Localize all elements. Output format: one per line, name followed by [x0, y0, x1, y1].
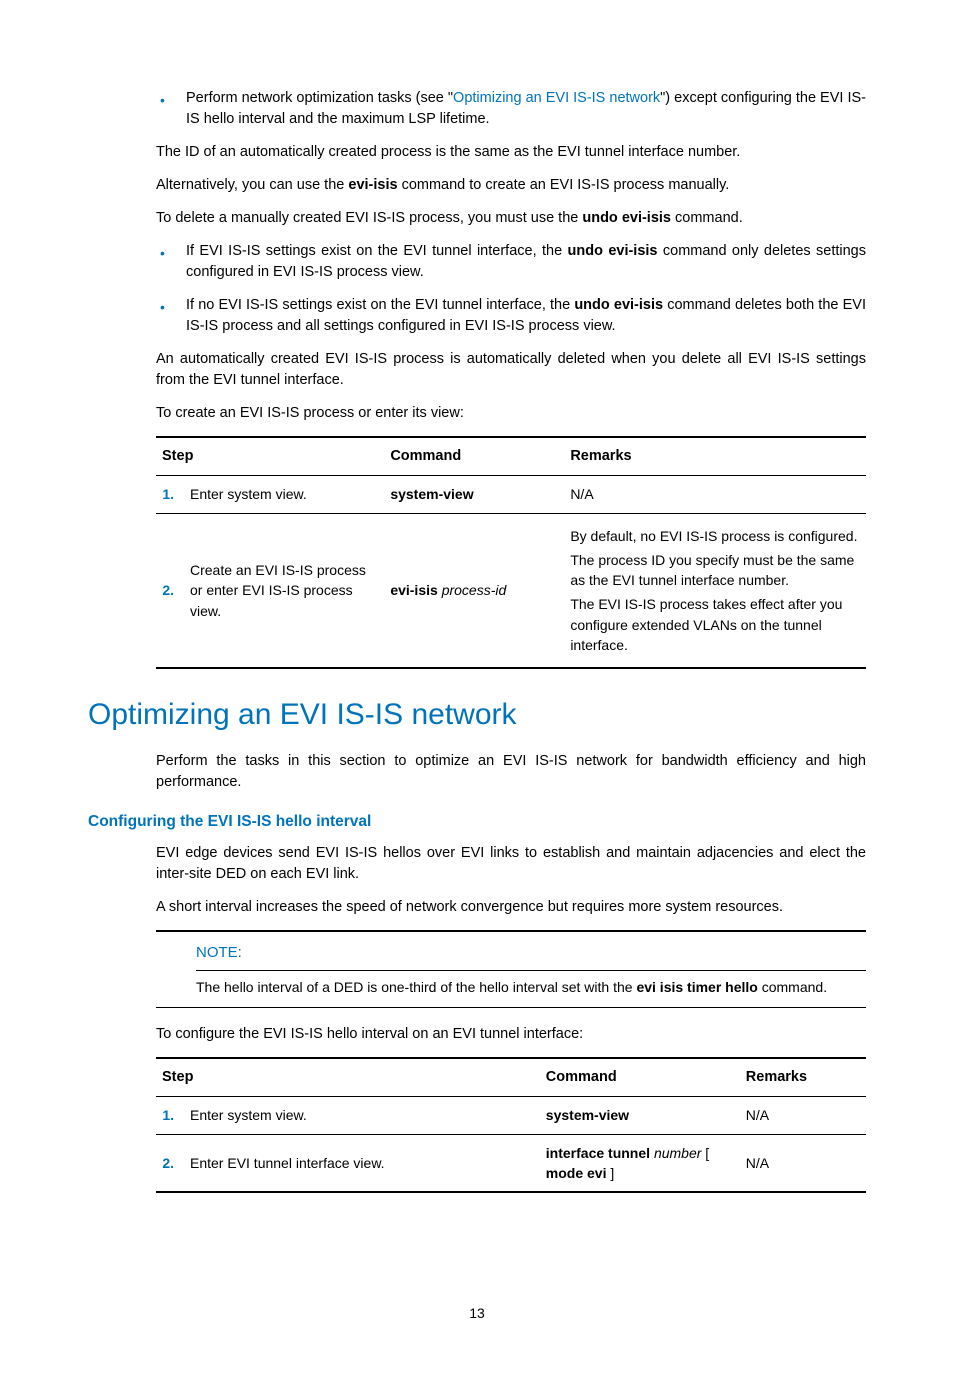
step-num: 2. [156, 513, 184, 668]
section-heading: Optimizing an EVI IS-IS network [88, 693, 866, 737]
text: The hello interval of a DED is one-third… [196, 979, 636, 995]
cmd-bold: undo evi-isis [574, 297, 663, 313]
optimizing-link[interactable]: Optimizing an EVI IS-IS network [453, 90, 660, 106]
bullet-item: Perform network optimization tasks (see … [156, 88, 866, 130]
step-text: Enter system view. [184, 1097, 540, 1134]
body-content: Perform network optimization tasks (see … [156, 88, 866, 669]
cmd-bold: undo evi-isis [582, 210, 671, 226]
step-text: Create an EVI IS-IS process or enter EVI… [184, 513, 384, 668]
th-remarks: Remarks [564, 437, 866, 476]
body-content: EVI edge devices send EVI IS-IS hellos o… [156, 843, 866, 1193]
bullet-list-1: Perform network optimization tasks (see … [156, 88, 866, 130]
remarks-cell: N/A [740, 1097, 866, 1134]
cmd-bold: undo evi-isis [568, 243, 658, 259]
cmd-bold: system-view [546, 1107, 629, 1123]
text: ] [607, 1165, 615, 1181]
remarks-cell: N/A [740, 1134, 866, 1192]
paragraph: The ID of an automatically created proce… [156, 142, 866, 163]
table-row: 1. Enter system view. system-view N/A [156, 476, 866, 513]
table-row: 1. Enter system view. system-view N/A [156, 1097, 866, 1134]
paragraph: Alternatively, you can use the evi-isis … [156, 175, 866, 196]
remarks-cell: N/A [564, 476, 866, 513]
page-number: 13 [88, 1303, 866, 1323]
text: command. [671, 210, 743, 226]
step-text: Enter system view. [184, 476, 384, 513]
table-row: 2. Create an EVI IS-IS process or enter … [156, 513, 866, 668]
text: To delete a manually created EVI IS-IS p… [156, 210, 582, 226]
cmd-cell: system-view [540, 1097, 740, 1134]
cmd-cell: system-view [384, 476, 564, 513]
note-title: NOTE: [196, 936, 866, 971]
cmd-bold: mode evi [546, 1165, 607, 1181]
th-command: Command [540, 1058, 740, 1097]
step-num: 2. [156, 1134, 184, 1192]
paragraph: To configure the EVI IS-IS hello interva… [156, 1024, 866, 1045]
paragraph: EVI edge devices send EVI IS-IS hellos o… [156, 843, 866, 885]
table-header-row: Step Command Remarks [156, 1058, 866, 1097]
remarks-line: The EVI IS-IS process takes effect after… [570, 594, 860, 655]
text: [ [701, 1145, 709, 1161]
text: command to create an EVI IS-IS process m… [398, 177, 730, 193]
paragraph: Perform the tasks in this section to opt… [156, 751, 866, 793]
cmd-bold: system-view [390, 486, 473, 502]
th-step: Step [156, 1058, 540, 1097]
text: If EVI IS-IS settings exist on the EVI t… [186, 243, 568, 259]
bullet-list-2: If EVI IS-IS settings exist on the EVI t… [156, 241, 866, 337]
th-remarks: Remarks [740, 1058, 866, 1097]
text: If no EVI IS-IS settings exist on the EV… [186, 297, 574, 313]
note-body: The hello interval of a DED is one-third… [196, 971, 866, 1003]
step-num: 1. [156, 476, 184, 513]
table-header-row: Step Command Remarks [156, 437, 866, 476]
th-command: Command [384, 437, 564, 476]
bullet-item: If EVI IS-IS settings exist on the EVI t… [156, 241, 866, 283]
step-num: 1. [156, 1097, 184, 1134]
table-1: Step Command Remarks 1. Enter system vie… [156, 436, 866, 669]
cmd-bold: evi-isis [390, 582, 441, 598]
body-content: Perform the tasks in this section to opt… [156, 751, 866, 793]
cmd-italic: number [654, 1145, 701, 1161]
cmd-bold: evi isis timer hello [636, 979, 757, 995]
note-box: NOTE: The hello interval of a DED is one… [156, 930, 866, 1008]
table-2: Step Command Remarks 1. Enter system vie… [156, 1057, 866, 1193]
cmd-bold: interface tunnel [546, 1145, 654, 1161]
bullet-item: If no EVI IS-IS settings exist on the EV… [156, 295, 866, 337]
paragraph: To delete a manually created EVI IS-IS p… [156, 208, 866, 229]
text: command. [758, 979, 827, 995]
cmd-italic: process-id [442, 582, 507, 598]
paragraph: To create an EVI IS-IS process or enter … [156, 403, 866, 424]
text: Perform network optimization tasks (see … [186, 90, 453, 106]
paragraph: A short interval increases the speed of … [156, 897, 866, 918]
remarks-cell: By default, no EVI IS-IS process is conf… [564, 513, 866, 668]
paragraph: An automatically created EVI IS-IS proce… [156, 349, 866, 391]
table-row: 2. Enter EVI tunnel interface view. inte… [156, 1134, 866, 1192]
cmd-bold: evi-isis [348, 177, 397, 193]
cmd-cell: interface tunnel number [ mode evi ] [540, 1134, 740, 1192]
th-step: Step [156, 437, 384, 476]
text: Alternatively, you can use the [156, 177, 348, 193]
cmd-cell: evi-isis process-id [384, 513, 564, 668]
subsection-heading: Configuring the EVI IS-IS hello interval [88, 811, 866, 833]
remarks-line: The process ID you specify must be the s… [570, 550, 860, 591]
remarks-line: By default, no EVI IS-IS process is conf… [570, 526, 860, 546]
step-text: Enter EVI tunnel interface view. [184, 1134, 540, 1192]
